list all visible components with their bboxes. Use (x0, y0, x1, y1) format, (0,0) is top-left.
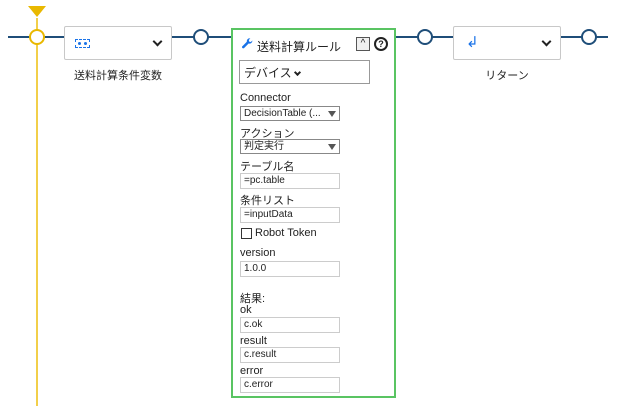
return-arrow-icon: ↲ (466, 34, 479, 51)
chevron-down-icon (293, 68, 301, 77)
step-return-box[interactable]: ↲ (453, 26, 561, 60)
robot-token-label: Robot Token (255, 227, 317, 239)
table-name-input[interactable]: =pc.table (240, 173, 340, 189)
result-result-input[interactable]: c.result (240, 347, 340, 363)
step-variable-box[interactable] (64, 26, 172, 60)
collapse-button[interactable]: ^ (356, 37, 370, 51)
condition-list-label: 条件リスト (240, 195, 295, 207)
action-value: 判定実行 (244, 141, 284, 152)
flow-node-2[interactable] (417, 29, 433, 45)
connector-select[interactable]: DecisionTable (... (240, 106, 340, 121)
start-marker-icon (28, 6, 46, 17)
help-icon[interactable]: ? (374, 37, 388, 51)
dropdown-arrow-icon (328, 111, 336, 117)
connector-label: Connector (240, 92, 291, 104)
flow-node-end[interactable] (581, 29, 597, 45)
variable-icon (75, 39, 90, 48)
version-input[interactable]: 1.0.0 (240, 261, 340, 277)
step-return-label: リターン (485, 70, 529, 82)
step-panel-shipping-rule[interactable]: 送料計算ルール ^ ? デバイス Connector DecisionTable… (231, 28, 396, 398)
version-label: version (240, 247, 276, 259)
chevron-down-icon[interactable] (152, 36, 163, 47)
result-ok-input[interactable]: c.ok (240, 317, 340, 333)
flow-node-start[interactable] (29, 29, 45, 45)
start-vertical-line (36, 18, 38, 406)
step-variable-label: 送料計算条件変数 (74, 70, 162, 82)
device-dropdown[interactable]: デバイス (239, 60, 370, 84)
panel-title: 送料計算ルール (257, 40, 342, 54)
chevron-down-icon[interactable] (541, 36, 552, 47)
flow-node-1[interactable] (193, 29, 209, 45)
action-select[interactable]: 判定実行 (240, 139, 340, 154)
result-result-label: result (240, 335, 267, 347)
table-name-label: テーブル名 (240, 161, 295, 173)
dropdown-arrow-icon (328, 144, 336, 150)
robot-token-checkbox[interactable] (241, 228, 252, 239)
condition-list-input[interactable]: =inputData (240, 207, 340, 223)
result-ok-label: ok (240, 304, 252, 316)
connector-value: DecisionTable (... (244, 108, 321, 119)
device-label: デバイス (244, 66, 292, 80)
result-error-label: error (240, 365, 264, 377)
wrench-icon (242, 38, 253, 49)
result-error-input[interactable]: c.error (240, 377, 340, 393)
